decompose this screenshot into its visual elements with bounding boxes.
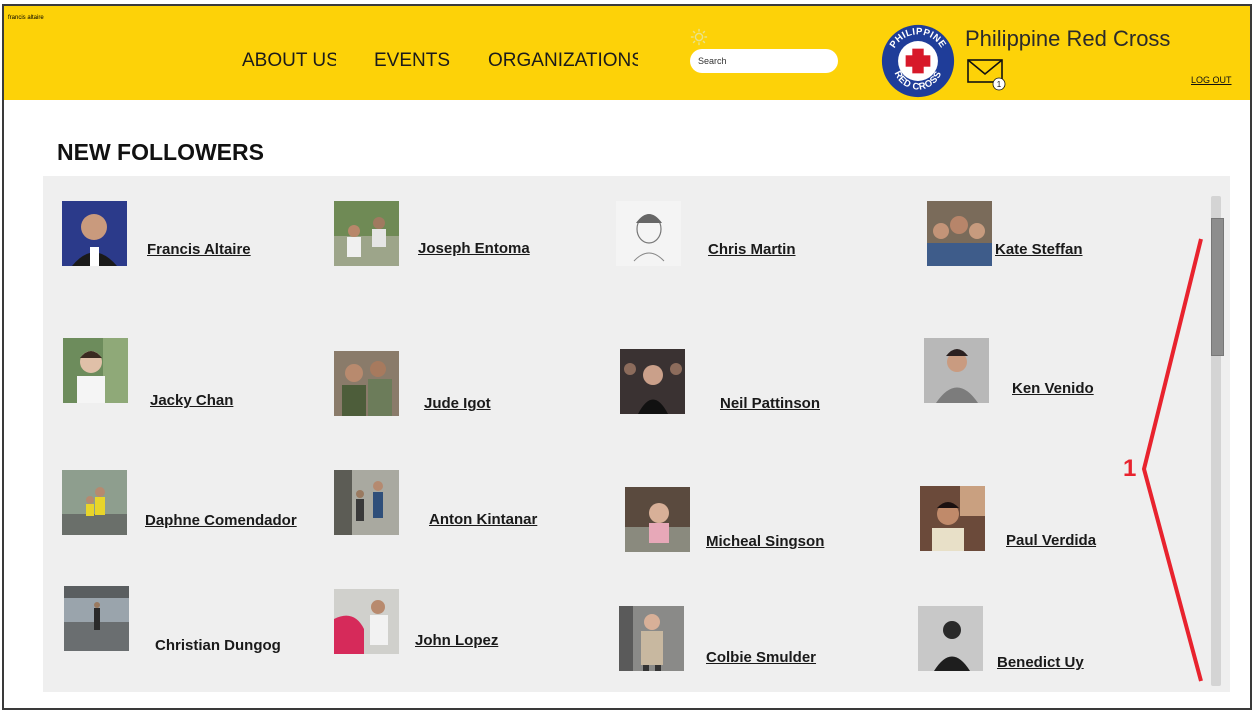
avatar[interactable] <box>920 486 985 551</box>
follower-name-link[interactable]: Chris Martin <box>708 241 796 258</box>
avatar[interactable] <box>334 201 399 266</box>
avatar[interactable] <box>334 351 399 416</box>
follower-name-link[interactable]: Christian Dungog <box>155 637 281 654</box>
annotation-label: 1 <box>1123 455 1137 482</box>
avatar[interactable] <box>927 201 992 266</box>
avatar[interactable] <box>625 487 690 552</box>
follower-name-link[interactable]: Daphne Comendador <box>145 512 297 529</box>
follower-name-link[interactable]: Kate Steffan <box>995 241 1083 258</box>
search-input[interactable] <box>690 49 838 73</box>
avatar[interactable] <box>619 606 684 671</box>
avatar[interactable] <box>620 349 685 414</box>
follower-name-link[interactable]: Joseph Entoma <box>418 240 530 257</box>
follower-name-link[interactable]: Francis Altaire <box>147 241 251 258</box>
avatar[interactable] <box>616 201 681 266</box>
current-user-label: francis altaire <box>8 15 44 21</box>
avatar[interactable] <box>62 201 127 266</box>
org-name: Philippine Red Cross <box>965 26 1171 51</box>
follower-name-link[interactable]: Neil Pattinson <box>720 395 820 412</box>
follower-name-link[interactable]: Jacky Chan <box>150 392 233 409</box>
avatar[interactable] <box>924 338 989 403</box>
follower-name-link[interactable]: Jude Igot <box>424 395 491 412</box>
follower-name-link[interactable]: Anton Kintanar <box>429 511 537 528</box>
avatar[interactable] <box>918 606 983 671</box>
nav-about-us[interactable]: ABOUT US <box>242 50 336 72</box>
follower-name-link[interactable]: Benedict Uy <box>997 654 1084 671</box>
mail-badge-count: 1 <box>997 80 1002 89</box>
follower-name-link[interactable]: John Lopez <box>415 632 498 649</box>
scrollbar-thumb[interactable] <box>1211 218 1224 356</box>
sun-icon <box>690 28 708 46</box>
avatar[interactable] <box>334 589 399 654</box>
follower-name-link[interactable]: Micheal Singson <box>706 533 824 550</box>
nav-events[interactable]: EVENTS <box>374 50 450 72</box>
logout-link[interactable]: LOG OUT <box>1191 75 1232 85</box>
follower-name-link[interactable]: Paul Verdida <box>1006 532 1096 549</box>
avatar[interactable] <box>64 586 129 651</box>
red-cross-logo: PHILIPPINE RED CROSS <box>881 24 955 98</box>
avatar[interactable] <box>63 338 128 403</box>
mail-icon[interactable]: 1 <box>966 57 1008 91</box>
avatar[interactable] <box>62 470 127 535</box>
follower-name-link[interactable]: Colbie Smulder <box>706 649 816 666</box>
follower-name-link[interactable]: Ken Venido <box>1012 380 1094 397</box>
top-header: francis altaire ABOUT US EVENTS ORGANIZA… <box>4 6 1250 100</box>
app-window: francis altaire ABOUT US EVENTS ORGANIZA… <box>2 4 1252 710</box>
avatar[interactable] <box>334 470 399 535</box>
main-nav: ABOUT US EVENTS ORGANIZATIONS <box>242 50 676 72</box>
page-title: NEW FOLLOWERS <box>57 139 264 165</box>
nav-organizations[interactable]: ORGANIZATIONS <box>488 50 638 72</box>
